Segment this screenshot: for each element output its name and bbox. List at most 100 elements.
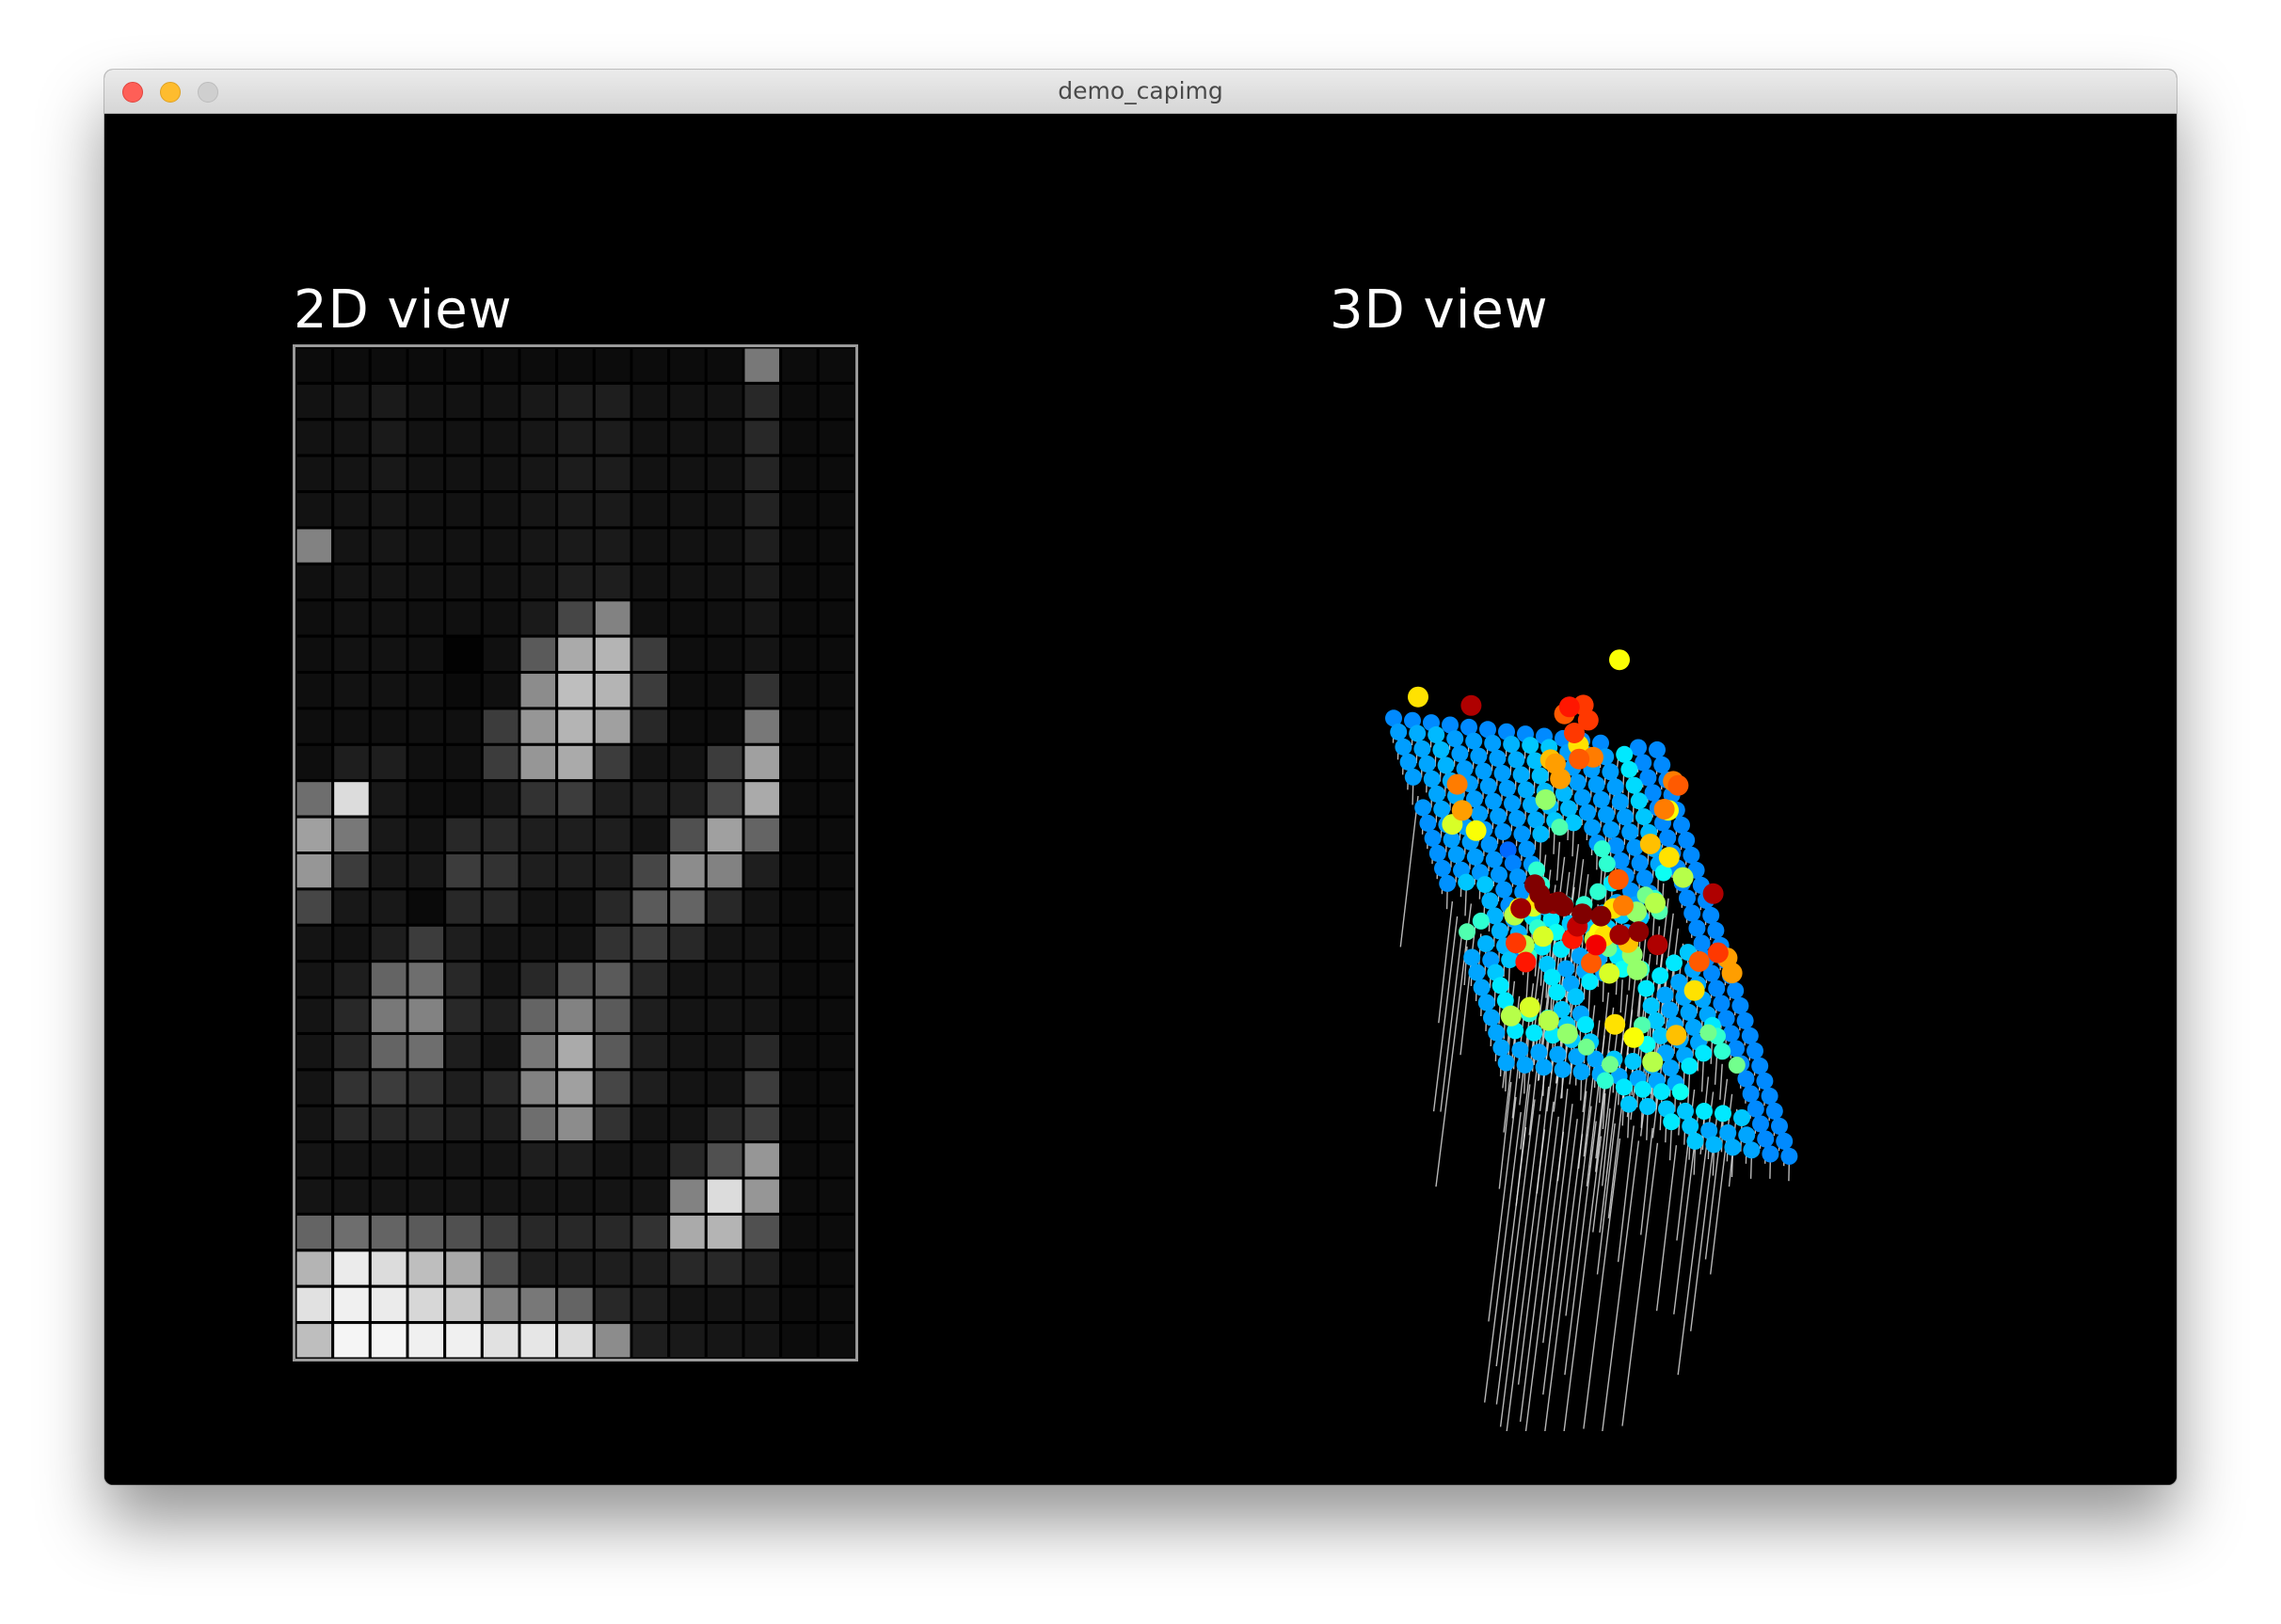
heatmap-cell	[518, 707, 559, 746]
app-window: demo_capimg 2D view 3D view	[104, 70, 2177, 1485]
point-stem	[1498, 1081, 1512, 1189]
data-point	[1553, 895, 1574, 916]
heatmap-cell	[630, 1068, 671, 1107]
heatmap-cell	[331, 779, 372, 819]
heatmap-cell	[742, 1176, 783, 1216]
heatmap-cell	[816, 347, 855, 385]
heatmap-cell	[555, 418, 596, 457]
heatmap-cell	[779, 1031, 820, 1072]
heatmap-cell	[518, 923, 559, 963]
data-point	[1491, 922, 1508, 940]
heatmap-cell	[667, 1321, 708, 1359]
data-point	[1708, 979, 1726, 997]
heatmap-cell	[592, 562, 633, 602]
data-point	[1599, 963, 1620, 984]
point-cloud	[1385, 649, 1798, 1452]
data-point	[1584, 819, 1602, 836]
heatmap-cell	[630, 1104, 671, 1144]
heatmap-cell	[816, 1176, 855, 1216]
data-point	[1728, 1057, 1746, 1074]
data-point	[1683, 846, 1700, 864]
heatmap-cell	[518, 960, 559, 999]
heatmap-cell	[406, 526, 447, 565]
heatmap-cell	[443, 454, 484, 494]
data-point	[1465, 732, 1483, 750]
heatmap-cell	[630, 1321, 671, 1359]
data-point	[1446, 773, 1468, 795]
heatmap-cell	[592, 1212, 633, 1252]
data-point	[1688, 919, 1706, 937]
data-point	[1666, 1025, 1687, 1046]
heatmap-cell	[779, 1249, 820, 1288]
heatmap-cell	[630, 1284, 671, 1325]
data-point	[1504, 794, 1521, 812]
heatmap-cell	[667, 887, 708, 927]
data-point	[1506, 932, 1526, 954]
heatmap-cell	[331, 1140, 372, 1180]
heatmap-cell	[295, 381, 335, 422]
heatmap-cell	[295, 1284, 335, 1325]
data-point	[1481, 892, 1499, 910]
heatmap-cell	[518, 1140, 559, 1180]
data-point	[1577, 1038, 1595, 1056]
heatmap-cell	[406, 1140, 447, 1180]
heatmap-cell	[592, 887, 633, 927]
heatmap-cell	[406, 671, 447, 710]
point-stem	[1719, 1063, 1723, 1100]
data-point	[1525, 1024, 1543, 1042]
data-point	[1491, 977, 1509, 995]
data-point	[1776, 1132, 1794, 1150]
heatmap-cell	[518, 1212, 559, 1252]
heatmap-cell	[667, 634, 708, 675]
title-bar[interactable]: demo_capimg	[104, 70, 2177, 114]
heatmap-cell	[295, 707, 335, 746]
heatmap-cell	[443, 418, 484, 457]
data-point	[1497, 1054, 1515, 1072]
heatmap-cell	[667, 707, 708, 746]
heatmap-cell	[368, 707, 409, 746]
data-point	[1577, 1016, 1594, 1033]
heatmap-cell	[331, 1068, 372, 1107]
heatmap-cell	[406, 347, 447, 385]
heatmap-cell	[295, 995, 335, 1035]
heatmap-cell	[704, 526, 745, 565]
heatmap-cell	[704, 1031, 745, 1072]
data-point	[1567, 988, 1585, 1006]
heatmap-cell	[704, 1321, 745, 1359]
heatmap-cell	[443, 526, 484, 565]
heatmap-cell	[630, 381, 671, 422]
data-point	[1447, 846, 1465, 864]
heatmap-cell	[331, 526, 372, 565]
data-point	[1727, 981, 1745, 999]
heatmap-cell	[443, 1104, 484, 1144]
heatmap-cell	[555, 995, 596, 1035]
heatmap-cell	[295, 1249, 335, 1288]
heatmap-cell	[331, 381, 372, 422]
heatmap-cell	[406, 454, 447, 494]
data-point	[1437, 756, 1455, 774]
heatmap-cell	[368, 454, 409, 494]
data-point	[1404, 768, 1422, 786]
heatmap-cell	[742, 742, 783, 783]
heatmap-cell	[406, 381, 447, 422]
data-point	[1571, 903, 1593, 925]
heatmap-cell	[555, 526, 596, 565]
data-point	[1581, 973, 1599, 991]
heatmap-cell	[630, 671, 671, 710]
heatmap-cell	[518, 1249, 559, 1288]
heatmap-cell	[779, 598, 820, 638]
heatmap-cell	[368, 852, 409, 891]
heatmap-cell	[816, 742, 855, 783]
data-point	[1653, 799, 1675, 820]
data-point	[1707, 942, 1729, 963]
heatmap-cell	[368, 742, 409, 783]
heatmap-cell	[443, 1321, 484, 1359]
heatmap-cell	[630, 347, 671, 385]
heatmap-cell	[555, 598, 596, 638]
heatmap-cell	[480, 598, 521, 638]
data-point	[1488, 1024, 1506, 1042]
heatmap-cell	[630, 1140, 671, 1180]
point-stem	[1561, 1136, 1603, 1449]
heatmap-cell	[331, 347, 372, 385]
heatmap-cell	[331, 742, 372, 783]
